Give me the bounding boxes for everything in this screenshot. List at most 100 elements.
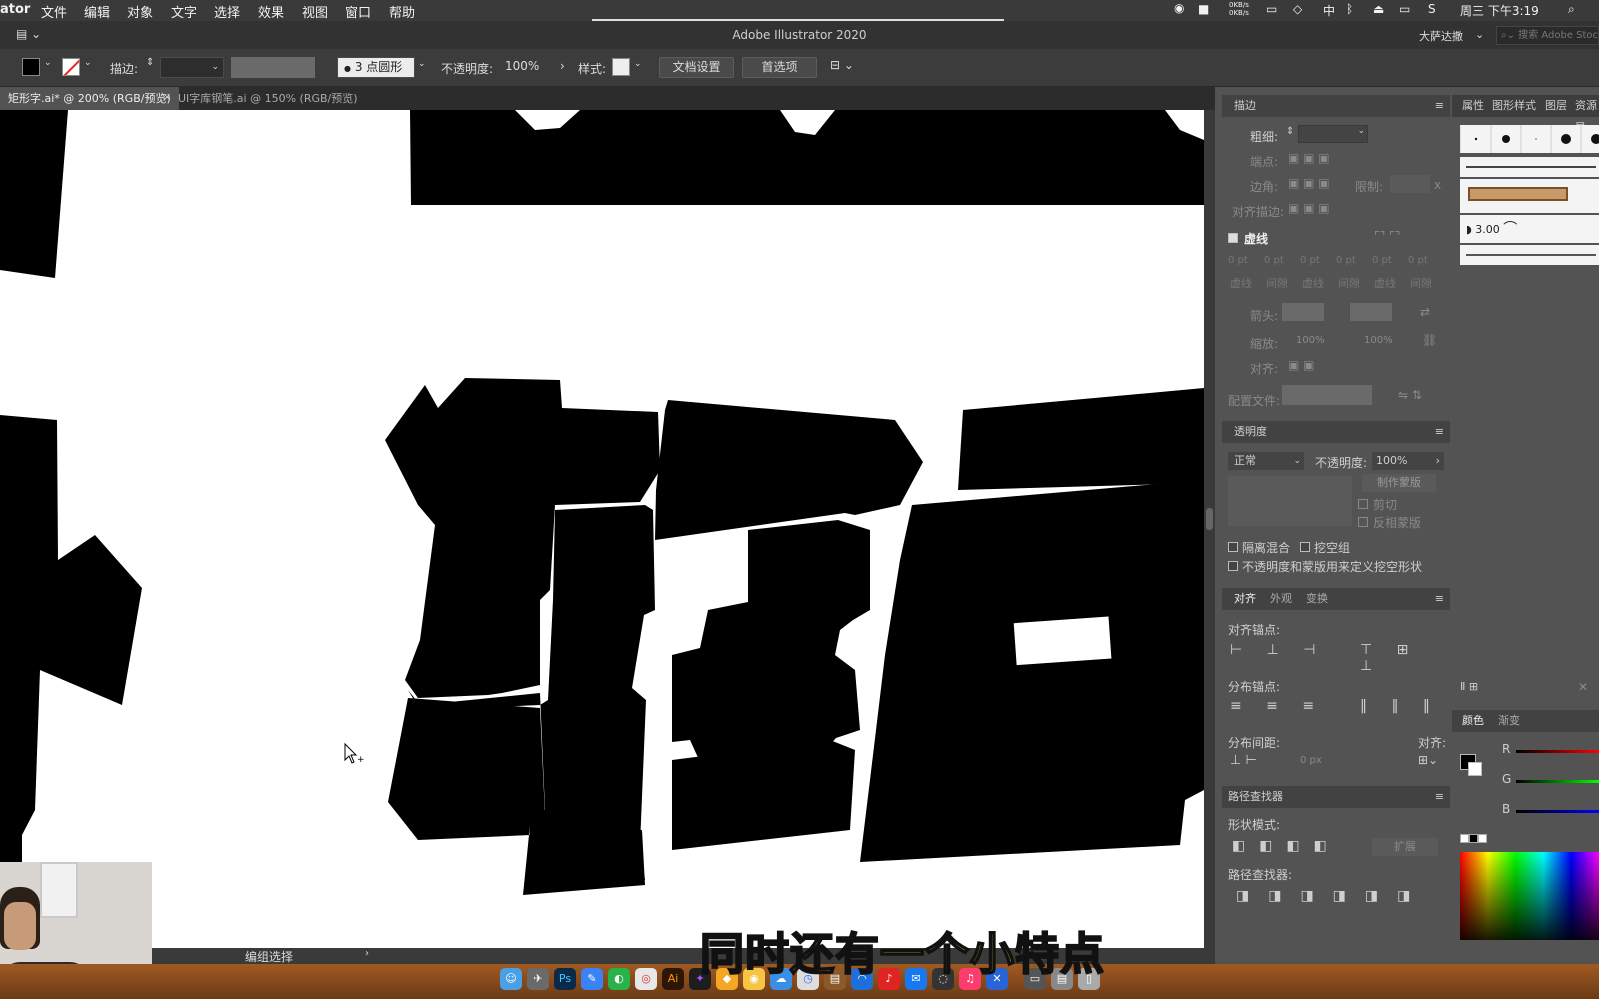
airplay-icon[interactable]: ▭ xyxy=(1399,2,1410,16)
align-anchor-buttons-vertical[interactable]: ⊤ ⊞ ⊥ xyxy=(1360,642,1450,674)
weight-stepper[interactable]: ⇕ xyxy=(1286,126,1294,137)
distribute-spacing-buttons[interactable]: ⊥ ⊢ xyxy=(1230,753,1257,768)
dash-align-icons[interactable]: ⌜⌝ ⌜⌝ xyxy=(1374,229,1400,243)
link-scale-icon[interactable]: ⛓ xyxy=(1422,333,1437,347)
weight-input[interactable]: ⌄ xyxy=(1298,125,1368,143)
calligraphic-brush-swatch[interactable]: ◗ 3.00 ⌒ xyxy=(1460,215,1599,243)
tab-transform[interactable]: 变换 xyxy=(1306,588,1328,610)
blue-slider[interactable] xyxy=(1516,810,1599,813)
chrome-dock-icon[interactable]: ◎ xyxy=(635,968,657,990)
artboard-canvas[interactable]: + xyxy=(0,110,1204,948)
red-slider[interactable] xyxy=(1516,750,1599,753)
workspace-dropdown[interactable]: 大萨达撒 xyxy=(1419,28,1463,44)
display-icon[interactable]: ▭ xyxy=(1266,2,1277,16)
align-stroke-icons[interactable]: ▣ ▣ ▣ xyxy=(1288,201,1330,215)
brush-line-swatch[interactable] xyxy=(1460,157,1599,177)
pattern-brush-swatch[interactable] xyxy=(1460,179,1599,213)
brush-line-swatch-2[interactable] xyxy=(1460,245,1599,265)
pathfinder-buttons[interactable]: ◨◨◨◨◨◨ xyxy=(1236,888,1429,904)
document-setup-button[interactable]: 文档设置 xyxy=(659,57,734,78)
brush-library-icons[interactable]: Ⅱ ⊞ xyxy=(1460,680,1478,693)
green-slider[interactable] xyxy=(1516,780,1599,783)
corner-icons[interactable]: ▣ ▣ ▣ xyxy=(1288,176,1330,190)
tab-layers[interactable]: 图层 xyxy=(1545,95,1567,117)
brush-definition-dropdown[interactable]: ● 3 点圆形 xyxy=(337,57,415,78)
fill-chevron-icon[interactable]: ⌄ xyxy=(44,58,52,68)
knockout-group-checkbox[interactable] xyxy=(1300,542,1310,552)
menu-help[interactable]: 帮助 xyxy=(389,2,415,21)
wifi-icon[interactable]: ◇ xyxy=(1293,2,1302,16)
arrow-align-icons[interactable]: ▣ ▣ xyxy=(1288,358,1315,372)
invert-mask-checkbox[interactable] xyxy=(1358,517,1368,527)
graphic-style-swatch[interactable] xyxy=(612,58,630,76)
opacity-input[interactable]: 100% xyxy=(499,57,554,78)
menu-effect[interactable]: 效果 xyxy=(258,2,284,21)
start-scale-input[interactable]: 100% xyxy=(1296,335,1325,346)
dash-inputs[interactable]: 0 pt 0 pt 0 pt 0 pt 0 pt 0 pt xyxy=(1228,255,1440,273)
menu-file[interactable]: 文件 xyxy=(41,2,67,21)
align-anchor-buttons[interactable]: ⊢ ⊥ ⊣ xyxy=(1230,642,1326,658)
eject-icon[interactable]: ⏏ xyxy=(1373,2,1384,16)
workspace-chevron-icon[interactable]: ⌄ xyxy=(1475,28,1484,41)
panel-menu-icon[interactable]: ≡ xyxy=(1435,588,1444,610)
swap-arrows-icon[interactable]: ⇄ xyxy=(1420,305,1430,319)
delete-brush-icon[interactable]: ✕ xyxy=(1578,680,1588,694)
fill-swatch[interactable] xyxy=(22,58,40,76)
arrange-documents-icon[interactable]: ⊟ ⌄ xyxy=(830,58,854,78)
menu-view[interactable]: 视图 xyxy=(302,2,328,21)
artwork-glyphs[interactable]: + xyxy=(0,110,1204,948)
menu-window[interactable]: 窗口 xyxy=(345,2,371,21)
tab-align[interactable]: 对齐 xyxy=(1234,588,1256,610)
expand-button[interactable]: 扩展 xyxy=(1372,838,1438,856)
status-arrow-icon[interactable]: › xyxy=(365,948,369,959)
brush-dots-row[interactable] xyxy=(1459,125,1599,153)
tab-appearance[interactable]: 外观 xyxy=(1270,588,1292,610)
app-menu[interactable]: ator xyxy=(0,2,30,17)
stroke-chevron-icon[interactable]: ⌄ xyxy=(84,58,92,68)
stock-search-input[interactable]: ⌕⌄ 搜索 Adobe Stock xyxy=(1496,26,1599,45)
pencil-app-icon[interactable]: ✎ xyxy=(581,968,603,990)
dashed-checkbox[interactable] xyxy=(1228,233,1238,243)
start-arrowhead-dropdown[interactable] xyxy=(1282,303,1324,321)
stroke-stepper[interactable]: ⇕ xyxy=(146,57,154,77)
isolate-blending-checkbox[interactable] xyxy=(1228,542,1238,552)
vertical-scrollbar[interactable] xyxy=(1204,110,1215,948)
brush-chevron-icon[interactable]: ⌄ xyxy=(418,59,426,79)
transparency-panel-title[interactable]: 透明度 xyxy=(1234,421,1267,443)
menu-edit[interactable]: 编辑 xyxy=(84,2,110,21)
panel-menu-icon[interactable]: ≡ xyxy=(1435,95,1444,117)
bluetooth-icon[interactable]: ᛒ xyxy=(1346,2,1353,16)
variable-width-profile[interactable] xyxy=(231,57,315,78)
distribute-anchor-buttons[interactable]: ≡ ≡ ≡ xyxy=(1230,698,1324,714)
launchpad-icon[interactable]: ✈ xyxy=(527,968,549,990)
end-arrowhead-dropdown[interactable] xyxy=(1350,303,1392,321)
panel-menu-icon[interactable]: ≡ xyxy=(1435,786,1444,808)
chrome-icon[interactable]: ◉ xyxy=(1174,1,1184,15)
spotlight-icon[interactable]: ⌕ xyxy=(1568,2,1575,17)
menu-select[interactable]: 选择 xyxy=(214,2,240,21)
stroke-color-swatch[interactable] xyxy=(1468,762,1482,776)
style-chevron-icon[interactable]: ⌄ xyxy=(634,59,642,79)
app-status-icon[interactable]: S xyxy=(1428,2,1436,16)
photoshop-icon[interactable]: Ps xyxy=(554,968,576,990)
status-tool-label[interactable]: 编组选择 xyxy=(245,948,293,965)
stroke-none-swatch[interactable] xyxy=(62,58,80,76)
tab-gradient[interactable]: 渐变 xyxy=(1498,710,1520,732)
make-mask-button[interactable]: 制作蒙版 xyxy=(1362,474,1436,492)
tab-color[interactable]: 颜色 xyxy=(1462,710,1484,732)
cat-icon[interactable]: ■ xyxy=(1198,2,1209,16)
finder-icon[interactable]: ☺ xyxy=(500,968,522,990)
menu-object[interactable]: 对象 xyxy=(127,2,153,21)
input-method[interactable]: 中 xyxy=(1323,2,1335,19)
opacity-arrow-icon[interactable]: › xyxy=(560,59,565,79)
spacing-input[interactable]: 0 px xyxy=(1300,755,1322,766)
transparency-opacity-input[interactable]: 100% › xyxy=(1372,452,1444,470)
color-spectrum[interactable] xyxy=(1460,852,1599,940)
flip-profile-icons[interactable]: ⇋ ⇅ xyxy=(1398,388,1422,402)
clip-checkbox[interactable] xyxy=(1358,499,1368,509)
panel-menu-icon[interactable]: ≡ xyxy=(1435,421,1444,443)
distribute-anchor-buttons-horizontal[interactable]: ‖ ‖ ‖ xyxy=(1360,698,1440,714)
profile-dropdown[interactable] xyxy=(1282,385,1372,405)
clock[interactable]: 周三 下午3:19 xyxy=(1460,2,1539,19)
tab-properties[interactable]: 属性 xyxy=(1462,95,1484,117)
